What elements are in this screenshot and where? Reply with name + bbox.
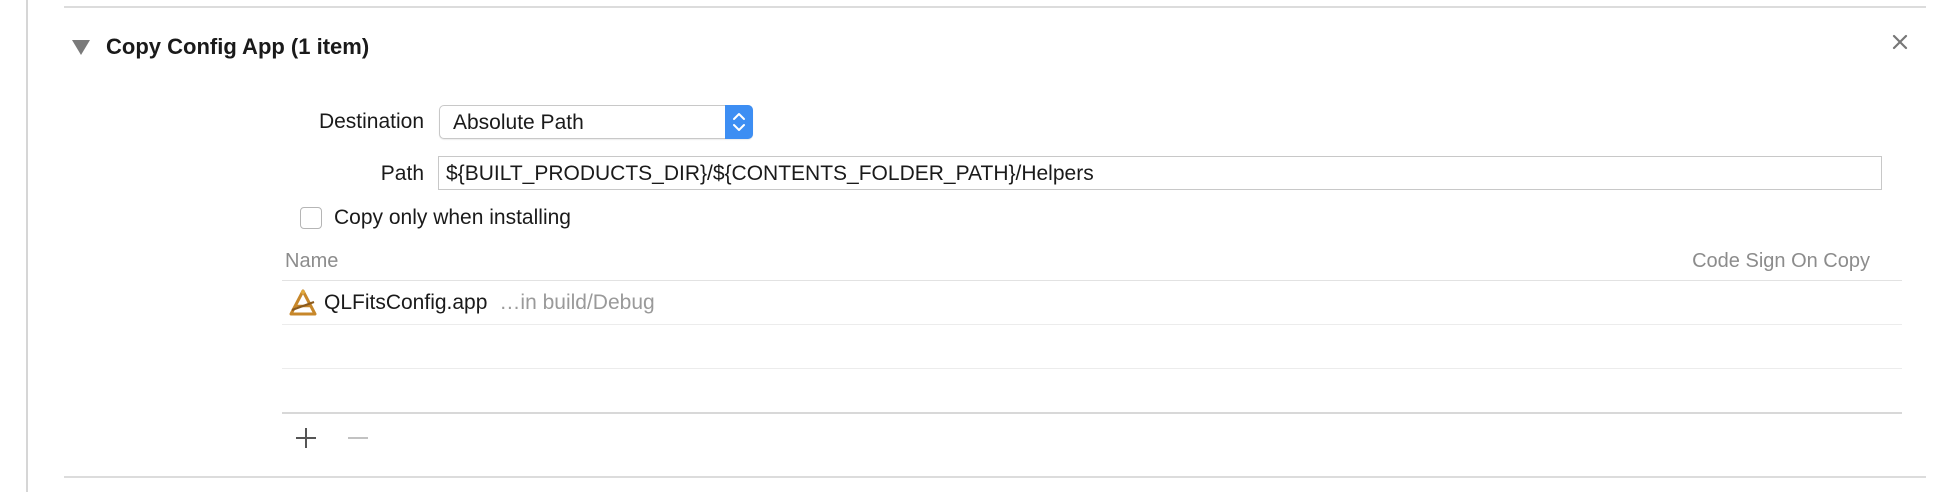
disclosure-triangle-icon[interactable] bbox=[72, 39, 90, 55]
path-field-value: ${BUILT_PRODUCTS_DIR}/${CONTENTS_FOLDER_… bbox=[446, 162, 1094, 185]
table-row[interactable] bbox=[282, 369, 1902, 412]
table-row[interactable]: QLFitsConfig.app …in build/Debug bbox=[282, 281, 1902, 325]
table-footer-divider bbox=[282, 412, 1902, 414]
files-table: Name Code Sign On Copy QLFitsConfig.app … bbox=[282, 244, 1902, 412]
phase-header: Copy Config App (1 item) bbox=[72, 30, 369, 64]
copy-only-row: Copy only when installing bbox=[300, 206, 571, 230]
file-location: …in build/Debug bbox=[499, 291, 655, 314]
column-header-code-sign[interactable]: Code Sign On Copy bbox=[1692, 250, 1870, 273]
table-header: Name Code Sign On Copy bbox=[282, 244, 1902, 281]
plus-icon[interactable] bbox=[293, 425, 319, 451]
copy-only-label: Copy only when installing bbox=[334, 206, 571, 229]
destination-label: Destination bbox=[318, 110, 424, 133]
table-row-content: QLFitsConfig.app …in build/Debug bbox=[288, 288, 655, 318]
copy-only-checkbox[interactable] bbox=[300, 207, 322, 229]
phase-title: Copy Config App (1 item) bbox=[106, 34, 370, 59]
file-name: QLFitsConfig.app bbox=[324, 291, 488, 314]
minus-icon[interactable] bbox=[345, 425, 371, 451]
bottom-divider bbox=[64, 476, 1926, 478]
path-label: Path bbox=[380, 162, 424, 185]
destination-select[interactable]: Absolute Path bbox=[439, 105, 753, 139]
column-header-name[interactable]: Name bbox=[285, 250, 338, 273]
top-divider bbox=[64, 6, 1926, 8]
left-divider bbox=[26, 0, 28, 492]
app-icon bbox=[289, 289, 317, 316]
table-row[interactable] bbox=[282, 325, 1902, 369]
copy-files-phase-panel: Copy Config App (1 item) Destination Abs… bbox=[0, 0, 1942, 492]
select-stepper-icon[interactable] bbox=[725, 105, 753, 139]
close-icon[interactable] bbox=[1888, 30, 1912, 54]
path-field[interactable]: ${BUILT_PRODUCTS_DIR}/${CONTENTS_FOLDER_… bbox=[438, 156, 1882, 190]
destination-select-value: Absolute Path bbox=[453, 111, 584, 134]
